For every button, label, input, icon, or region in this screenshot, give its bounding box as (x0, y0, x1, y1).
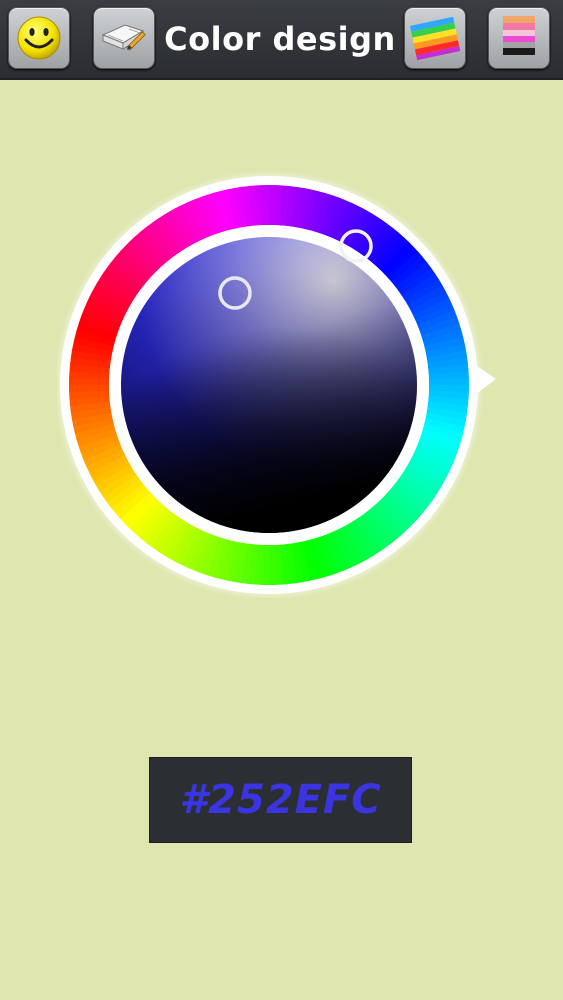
book-pencil-icon (101, 24, 146, 51)
book-button[interactable] (93, 7, 155, 69)
smiley-icon (17, 16, 61, 60)
hue-ring-segment (262, 185, 271, 226)
rainbow-button[interactable] (404, 7, 466, 69)
hex-value-text: #252EFC (179, 777, 382, 823)
smiley-button[interactable] (8, 7, 70, 69)
color-wheel (57, 173, 496, 597)
palette-stripes-icon (503, 16, 535, 55)
rainbow-icon (409, 16, 461, 61)
hue-ring-segment (428, 378, 469, 387)
hue-ring-segment (267, 544, 276, 585)
saturation-brightness-disc[interactable] (121, 237, 417, 533)
color-wheel-panel (57, 172, 503, 598)
top-toolbar: Color design (0, 0, 563, 80)
hue-ring-segment (69, 383, 110, 392)
page-title: Color design (164, 20, 396, 58)
palette-stripes-button[interactable] (488, 7, 550, 69)
hex-value-box[interactable]: #252EFC (149, 757, 412, 843)
